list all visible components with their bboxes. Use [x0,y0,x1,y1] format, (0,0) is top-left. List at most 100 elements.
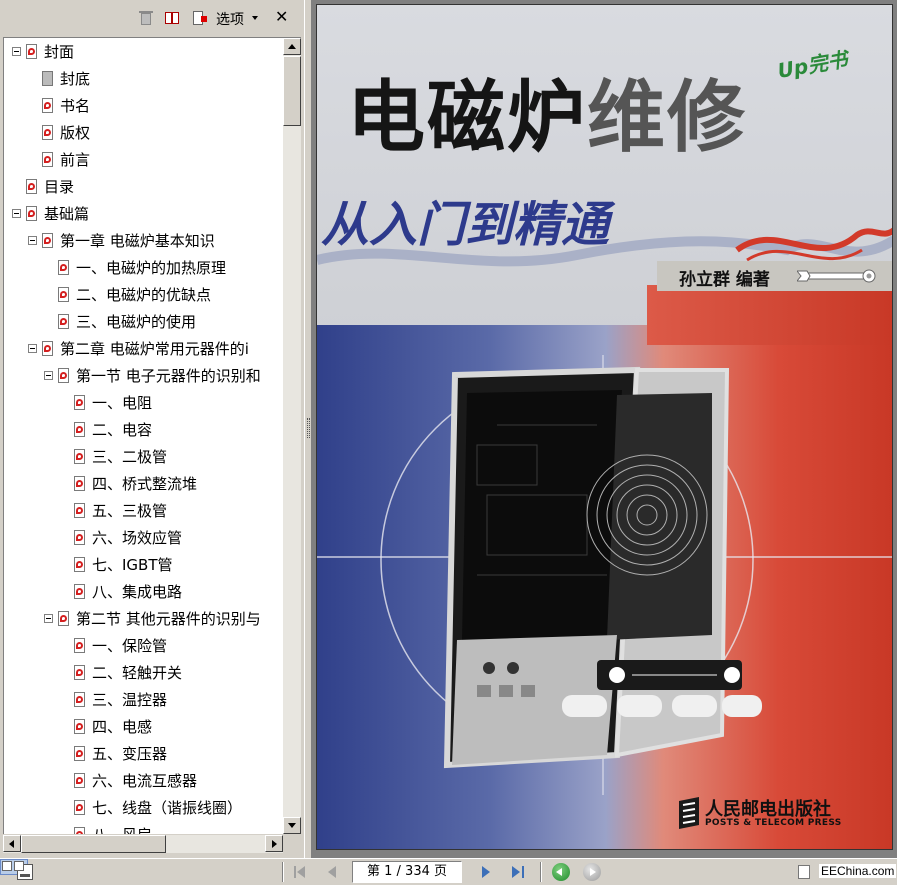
pdf-page-icon [73,800,87,816]
go-forward-icon[interactable] [583,863,601,881]
pdf-page-icon [41,71,55,87]
scroll-right-button[interactable] [265,835,283,852]
bookmark-label: 四、电感 [92,718,153,736]
pdf-page-icon [73,692,87,708]
bookmark-label: 目录 [44,178,75,196]
bookmark-item[interactable]: 二、电容 [4,420,283,442]
pdf-page-icon [73,638,87,654]
panel-splitter[interactable] [304,0,312,858]
pdf-page-icon [57,287,71,303]
first-page-icon[interactable] [292,863,310,881]
splitter-grip[interactable] [307,418,310,438]
pdf-page-icon [73,395,87,411]
close-icon[interactable]: ✕ [275,8,288,26]
bookmark-label: 三、电磁炉的使用 [76,313,197,331]
bookmark-item[interactable]: 七、IGBT管 [4,555,283,577]
bookmark-item[interactable]: 一、电阻 [4,393,283,415]
watermark-text: EEChina.com [819,864,897,878]
bookmark-item[interactable]: 五、三极管 [4,501,283,523]
pdf-page-icon [73,719,87,735]
document-view[interactable]: 电磁炉维修 Up完书 从入门到精通 孙立群 编著 人民邮电出版社 POSTS &… [312,0,897,858]
bookmark-item[interactable]: 三、二极管 [4,447,283,469]
bookmark-label: 前言 [60,151,91,169]
collapse-toggle-icon[interactable] [44,371,53,380]
scroll-up-button[interactable] [283,38,301,55]
bookmark-item[interactable]: 封底 [4,69,283,91]
scroll-down-button[interactable] [283,817,301,834]
bookmark-item[interactable]: 八、集成电路 [4,582,283,604]
status-bar: 第 1 / 334 页 EEChina.com [0,858,897,885]
bookmark-item[interactable]: 版权 [4,123,283,145]
bookmark-item[interactable]: 六、电流互感器 [4,771,283,793]
delete-icon[interactable] [138,10,154,26]
bookmark-item[interactable]: 一、保险管 [4,636,283,658]
collapse-toggle-icon[interactable] [28,344,37,353]
next-page-icon[interactable] [477,863,495,881]
publisher-logo [679,797,699,829]
bookmark-item[interactable]: 第一节 电子元器件的识别和 [4,366,283,388]
bookmark-item[interactable]: 二、电磁炉的优缺点 [4,285,283,307]
bookmark-item[interactable]: 目录 [4,177,283,199]
bookmark-label: 版权 [60,124,91,142]
bookmark-item[interactable]: 四、桥式整流堆 [4,474,283,496]
bookmark-item[interactable]: 四、电感 [4,717,283,739]
collapse-toggle-icon[interactable] [12,209,21,218]
bookmarks-toolbar: 选项 ✕ [0,0,304,36]
collapse-toggle-icon[interactable] [12,47,21,56]
separator [540,862,542,882]
bookmark-item[interactable]: 第一章 电磁炉基本知识 [4,231,283,253]
pdf-page-icon [73,665,87,681]
bookmark-label: 基础篇 [44,205,90,223]
new-bookmark-icon[interactable] [191,10,207,26]
bookmark-label: 书名 [60,97,91,115]
bookmark-item[interactable]: 书名 [4,96,283,118]
bookmark-item[interactable]: 二、轻触开关 [4,663,283,685]
cover-subtitle: 从入门到精通 [321,197,610,253]
bookmark-icon[interactable] [164,10,180,26]
cover-page: 电磁炉维修 Up完书 从入门到精通 孙立群 编著 人民邮电出版社 POSTS &… [316,4,893,850]
bookmark-item[interactable]: 三、温控器 [4,690,283,712]
bookmark-item[interactable]: 一、电磁炉的加热原理 [4,258,283,280]
bookmark-label: 七、IGBT管 [92,556,173,574]
pdf-page-icon [73,773,87,789]
horizontal-scroll-thumb[interactable] [21,835,166,853]
page-number-field[interactable]: 第 1 / 334 页 [352,861,462,883]
bookmark-item[interactable]: 基础篇 [4,204,283,226]
options-menu-button[interactable]: 选项 [216,9,244,29]
bookmark-label: 二、电磁炉的优缺点 [76,286,212,304]
bookmark-label: 三、温控器 [92,691,168,709]
vertical-scrollbar[interactable] [283,37,301,834]
scroll-thumb[interactable] [283,56,301,126]
pdf-page-icon [41,125,55,141]
bookmark-item[interactable]: 三、电磁炉的使用 [4,312,283,334]
bookmark-item[interactable]: 七、线盘（谐振线圈） [4,798,283,820]
pdf-page-icon [25,206,39,222]
prev-page-icon[interactable] [323,863,341,881]
bookmark-label: 三、二极管 [92,448,168,466]
bookmark-item[interactable]: 六、场效应管 [4,528,283,550]
bookmark-label: 一、电磁炉的加热原理 [76,259,227,277]
cover-title: 电磁炉维修 [347,55,747,167]
pdf-page-icon [41,341,55,357]
single-page-view-icon[interactable] [798,865,810,879]
last-page-icon[interactable] [508,863,526,881]
go-back-icon[interactable] [552,863,570,881]
horizontal-scrollbar[interactable] [3,835,283,853]
bookmark-item[interactable]: 前言 [4,150,283,172]
bookmark-label: 第一章 电磁炉基本知识 [60,232,215,250]
pdf-page-icon [57,611,71,627]
pdf-page-icon [73,503,87,519]
pdf-page-icon [73,584,87,600]
bookmark-item[interactable]: 第二章 电磁炉常用元器件的i [4,339,283,361]
bookmark-item[interactable]: 第二节 其他元器件的识别与 [4,609,283,631]
pdf-page-icon [41,98,55,114]
bookmark-item[interactable]: 五、变压器 [4,744,283,766]
collapse-toggle-icon[interactable] [28,236,37,245]
pdf-page-icon [41,233,55,249]
scroll-left-button[interactable] [3,835,21,852]
collapse-toggle-icon[interactable] [44,614,53,623]
bookmark-item[interactable]: 封面 [4,42,283,64]
bookmarks-panel: 选项 ✕ 封面封底书名版权前言目录基础篇第一章 电磁炉基本知识一、电磁炉的加热原… [0,0,304,858]
bookmark-item[interactable]: 八、风扇 [4,825,283,834]
publisher-name-en: POSTS & TELECOM PRESS [705,818,842,828]
